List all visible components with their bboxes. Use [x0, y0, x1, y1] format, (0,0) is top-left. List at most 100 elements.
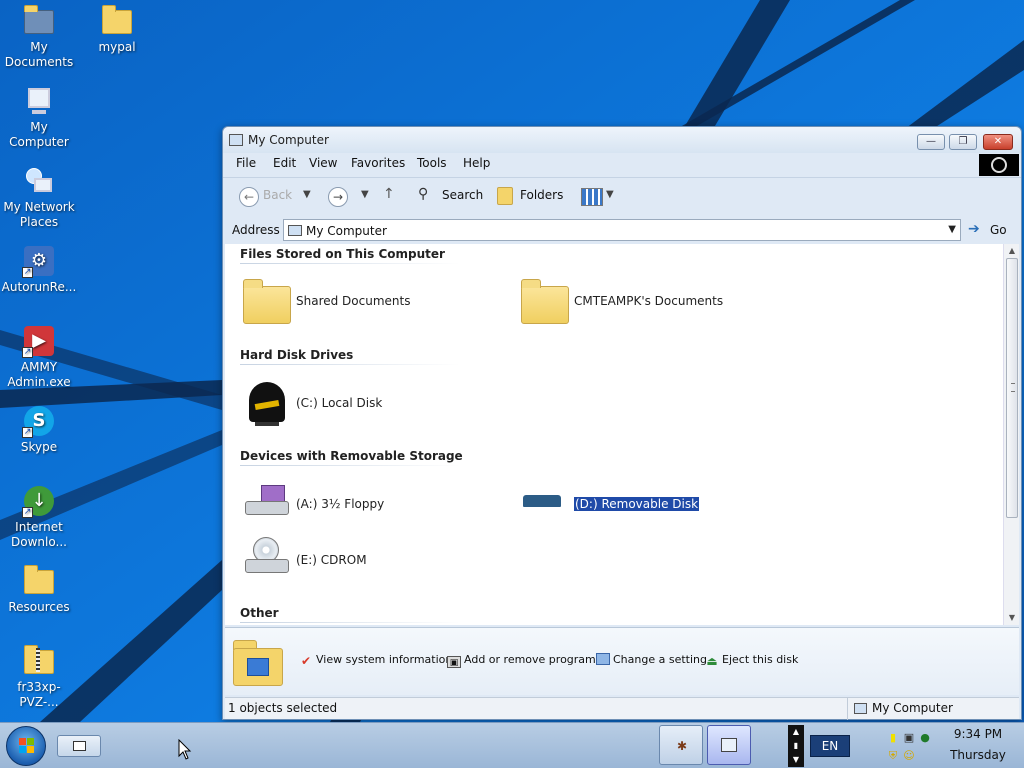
clock-day[interactable]: Thursday	[940, 748, 1016, 762]
desktop-icon-internet-download-manager[interactable]: ↓ ↗ Internet Downlo...	[0, 484, 78, 550]
up-icon[interactable]: ↑	[383, 186, 395, 202]
window-titlebar[interactable]: My Computer — ❐ ✕	[223, 127, 1021, 153]
item-floppy-a[interactable]: (A:) 3½ Floppy	[241, 479, 421, 535]
item-user-documents[interactable]: CMTEAMPK's Documents	[519, 276, 739, 332]
my-documents-icon	[22, 4, 56, 38]
desktop-icon-autorun[interactable]: ⚙ ↗ AutorunRe...	[0, 244, 78, 295]
desktop-icon-resources[interactable]: Resources	[0, 564, 78, 615]
tray-globe-icon[interactable]: ●	[918, 731, 932, 744]
tray-flag-icon[interactable]: ▮	[886, 731, 900, 744]
desktop-icon-label: Skype	[20, 440, 58, 454]
desktop-icon-label: Resources	[8, 600, 70, 614]
task-label: Eject this disk	[722, 653, 799, 666]
forward-button[interactable]: →	[328, 187, 348, 207]
folder-icon	[22, 564, 56, 598]
menu-file[interactable]: File	[236, 156, 256, 170]
search-button[interactable]: Search	[442, 188, 483, 202]
desktop-icon-mypal[interactable]: mypal	[78, 4, 156, 55]
tray-smiley-icon[interactable]: ☺	[902, 749, 916, 762]
zip-folder-icon	[22, 644, 56, 678]
explorer-window[interactable]: My Computer — ❐ ✕ File Edit View Favorit…	[222, 126, 1022, 720]
item-label: (A:) 3½ Floppy	[296, 497, 385, 511]
address-input[interactable]: My Computer ▼	[283, 219, 961, 241]
go-button[interactable]: Go	[990, 223, 1007, 237]
close-button[interactable]: ✕	[983, 134, 1013, 150]
desktop-icon-label: AMMY Admin.exe	[7, 360, 71, 389]
group-header-removable-storage: Devices with Removable Storage	[240, 449, 463, 463]
status-bar: 1 objects selected My Computer	[225, 697, 1019, 720]
language-indicator[interactable]: EN	[810, 735, 850, 757]
menu-tools[interactable]: Tools	[417, 156, 447, 170]
go-arrow-icon[interactable]: ➔	[968, 221, 980, 237]
network-places-icon	[22, 164, 56, 198]
scroll-down-icon[interactable]: ▼	[1004, 611, 1020, 625]
my-computer-icon	[721, 738, 737, 752]
toolbar: ← Back ▼ → ▼ ↑ ⚲ Search Folders ▼	[223, 177, 1021, 217]
back-label: Back	[263, 188, 293, 202]
menu-view[interactable]: View	[309, 156, 337, 170]
task-label: View system information	[316, 653, 453, 666]
desktop-icon-my-computer[interactable]: My Computer	[0, 84, 78, 150]
desktop-icon-network-places[interactable]: My Network Places	[0, 164, 78, 230]
group-header-hard-disk-drives: Hard Disk Drives	[240, 348, 354, 362]
desktop-icon-label: mypal	[98, 40, 136, 54]
eject-icon: ⏏	[706, 654, 718, 668]
address-value: My Computer	[306, 224, 387, 238]
back-dropdown-icon[interactable]: ▼	[303, 189, 311, 200]
folders-icon[interactable]	[497, 187, 513, 205]
ammy-admin-icon: ▶ ↗	[22, 324, 56, 358]
taskbar-my-computer-button[interactable]	[707, 725, 751, 765]
my-computer-icon	[854, 703, 867, 714]
desktop-icon-label: My Computer	[9, 120, 69, 149]
tray-shield-icon[interactable]: ⛨	[886, 749, 900, 762]
item-label: (E:) CDROM	[296, 553, 367, 567]
task-eject-disk[interactable]: ⏏ Eject this disk	[705, 653, 798, 667]
address-dropdown-icon[interactable]: ▼	[948, 224, 956, 235]
scroll-thumb[interactable]	[1006, 258, 1018, 518]
menu-help[interactable]: Help	[463, 156, 490, 170]
views-dropdown-icon[interactable]: ▼	[606, 189, 614, 200]
status-location-label: My Computer	[872, 701, 953, 715]
file-view[interactable]: Files Stored on This Computer Shared Doc…	[225, 244, 1003, 625]
desktop-icon	[73, 741, 86, 751]
task-view-system-information[interactable]: ✔ View system information	[299, 653, 452, 667]
item-local-disk-c[interactable]: (C:) Local Disk	[241, 378, 421, 434]
show-desktop-button[interactable]	[57, 735, 101, 757]
forward-dropdown-icon[interactable]: ▼	[361, 189, 369, 200]
programs-icon: ▣	[447, 656, 461, 668]
vertical-scrollbar[interactable]: ▲ ▼	[1003, 244, 1019, 625]
menu-favorites[interactable]: Favorites	[351, 156, 405, 170]
start-button[interactable]	[6, 726, 46, 766]
removable-disk-icon	[519, 479, 569, 529]
scroll-up-icon[interactable]: ▲	[1004, 244, 1020, 258]
system-tray: ▮ ▣ ● ⛨ ☺	[884, 727, 934, 765]
views-icon[interactable]	[581, 188, 603, 206]
autorun-icon: ⚙ ↗	[22, 244, 56, 278]
task-change-setting[interactable]: Change a setting	[596, 653, 707, 666]
search-icon[interactable]: ⚲	[418, 186, 428, 202]
clock-time[interactable]: 9:34 PM	[940, 727, 1016, 741]
my-computer-icon	[229, 134, 243, 146]
tray-network-icon[interactable]: ▣	[902, 731, 916, 744]
desktop-icon-ammy-admin[interactable]: ▶ ↗ AMMY Admin.exe	[0, 324, 78, 390]
desktop-icon-skype[interactable]: S ↗ Skype	[0, 404, 78, 455]
local-disk-icon	[241, 378, 291, 428]
tasks-folder-icon	[233, 636, 283, 686]
desktop-icon-my-documents[interactable]: My Documents	[0, 4, 78, 70]
menu-edit[interactable]: Edit	[273, 156, 296, 170]
task-add-remove-programs[interactable]: ▣ Add or remove programs	[447, 653, 602, 668]
taskbar-scroll-control[interactable]: ▲ ▮ ▼	[788, 725, 804, 767]
taskbar-app-button[interactable]: ✱	[659, 725, 703, 765]
maximize-button[interactable]: ❐	[949, 134, 977, 150]
minimize-button[interactable]: —	[917, 134, 945, 150]
item-shared-documents[interactable]: Shared Documents	[241, 276, 421, 332]
item-label: Shared Documents	[296, 294, 411, 308]
mouse-cursor-icon	[178, 739, 192, 760]
desktop-icon-zip-folder[interactable]: fr33xp-PVZ-...	[0, 644, 78, 710]
address-bar: Address My Computer ▼ ➔ Go	[223, 218, 1021, 243]
item-cdrom-e[interactable]: (E:) CDROM	[241, 535, 421, 591]
item-removable-disk-d[interactable]: (D:) Removable Disk	[519, 479, 739, 535]
skype-icon: S ↗	[22, 404, 56, 438]
folders-button[interactable]: Folders	[520, 188, 563, 202]
back-button[interactable]: ←	[239, 187, 259, 207]
